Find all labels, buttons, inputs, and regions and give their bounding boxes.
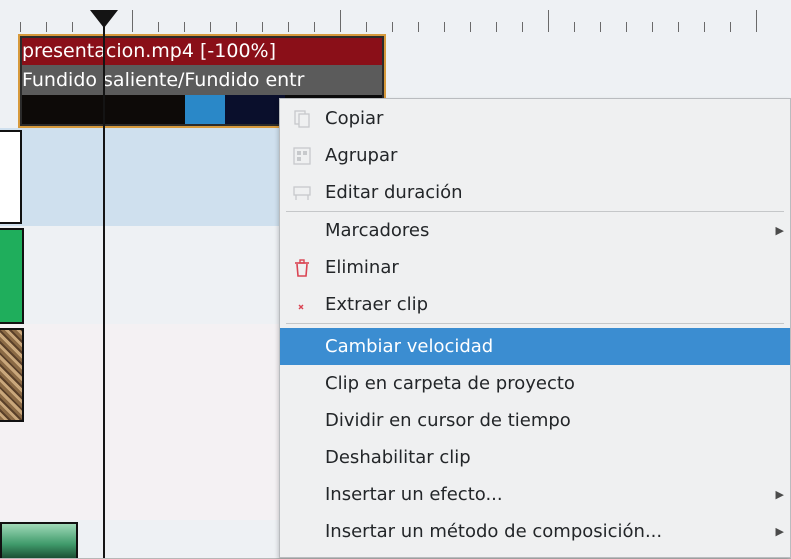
ruler-tick: [730, 22, 731, 32]
menu-item-label: Deshabilitar clip: [325, 447, 471, 468]
menu-item-editar-duracion[interactable]: Editar duración: [280, 174, 790, 211]
menu-item-dividir[interactable]: Dividir en cursor de tiempo: [280, 402, 790, 439]
menu-item-label: Marcadores: [325, 220, 430, 241]
menu-separator: [286, 323, 784, 324]
timeline-clip[interactable]: [0, 328, 24, 422]
menu-item-insertar-efecto[interactable]: Insertar un efecto... ▶: [280, 476, 790, 513]
menu-item-label: Extraer clip: [325, 294, 429, 315]
clip-thumbnail: [225, 95, 285, 124]
menu-item-cambiar-velocidad[interactable]: Cambiar velocidad: [280, 328, 790, 365]
playhead-line[interactable]: [103, 18, 105, 558]
timeline-ruler[interactable]: [0, 0, 791, 34]
ruler-tick: [288, 22, 289, 32]
menu-item-label: Insertar un efecto...: [325, 484, 503, 505]
submenu-arrow-icon: ▶: [775, 488, 784, 501]
ruler-tick: [678, 22, 679, 32]
ruler-tick: [132, 10, 133, 32]
ruler-tick: [470, 22, 471, 32]
menu-item-label: Clip en carpeta de proyecto: [325, 373, 575, 394]
ruler-tick: [184, 22, 185, 32]
ruler-tick: [652, 22, 653, 32]
ruler-tick: [756, 10, 757, 32]
ruler-tick: [210, 22, 211, 32]
extract-clip-icon: [298, 304, 304, 310]
menu-item-label: Eliminar: [325, 257, 399, 278]
clip-thumbnail: [185, 95, 225, 124]
clip-context-menu: Copiar Agrupar Editar duración Marcadore…: [279, 98, 791, 558]
ruler-tick: [340, 10, 341, 32]
group-icon: [293, 147, 311, 165]
ruler-tick: [548, 10, 549, 32]
menu-item-label: Insertar un método de composición...: [325, 521, 663, 542]
menu-item-extraer-clip[interactable]: Extraer clip: [280, 286, 790, 323]
ruler-tick: [46, 22, 47, 32]
edit-duration-icon: [293, 186, 311, 200]
ruler-tick: [314, 22, 315, 32]
menu-item-label: Editar duración: [325, 182, 463, 203]
ruler-tick: [704, 22, 705, 32]
ruler-tick: [366, 22, 367, 32]
menu-item-label: Copiar: [325, 108, 384, 129]
ruler-tick: [158, 22, 159, 32]
ruler-tick: [20, 22, 21, 32]
menu-item-clip-en-carpeta[interactable]: Clip en carpeta de proyecto: [280, 365, 790, 402]
timeline-clip[interactable]: [0, 522, 78, 558]
ruler-tick: [72, 22, 73, 32]
copy-icon: [294, 110, 310, 128]
clip-title: presentacion.mp4 [-100%]: [22, 38, 382, 65]
ruler-tick: [262, 22, 263, 32]
menu-item-deshabilitar-clip[interactable]: Deshabilitar clip: [280, 439, 790, 476]
clip-transition-label: Fundido saliente/Fundido entr: [22, 65, 382, 95]
menu-item-label: Dividir en cursor de tiempo: [325, 410, 571, 431]
timeline-clip[interactable]: [0, 228, 24, 324]
menu-item-label: Agrupar: [325, 145, 398, 166]
ruler-tick: [496, 22, 497, 32]
submenu-arrow-icon: ▶: [775, 525, 784, 538]
ruler-tick: [392, 22, 393, 32]
menu-item-marcadores[interactable]: Marcadores ▶: [280, 212, 790, 249]
timeline-clip[interactable]: [0, 130, 22, 224]
trash-icon: [295, 259, 309, 277]
ruler-tick: [418, 22, 419, 32]
ruler-tick: [574, 22, 575, 32]
ruler-tick: [600, 22, 601, 32]
ruler-tick: [626, 22, 627, 32]
menu-item-agrupar[interactable]: Agrupar: [280, 137, 790, 174]
menu-item-eliminar[interactable]: Eliminar: [280, 249, 790, 286]
submenu-arrow-icon: ▶: [775, 224, 784, 237]
menu-item-insertar-composicion[interactable]: Insertar un método de composición... ▶: [280, 513, 790, 550]
ruler-tick: [444, 22, 445, 32]
ruler-tick: [522, 22, 523, 32]
menu-item-copiar[interactable]: Copiar: [280, 100, 790, 137]
ruler-tick: [236, 22, 237, 32]
menu-item-label: Cambiar velocidad: [325, 336, 494, 357]
